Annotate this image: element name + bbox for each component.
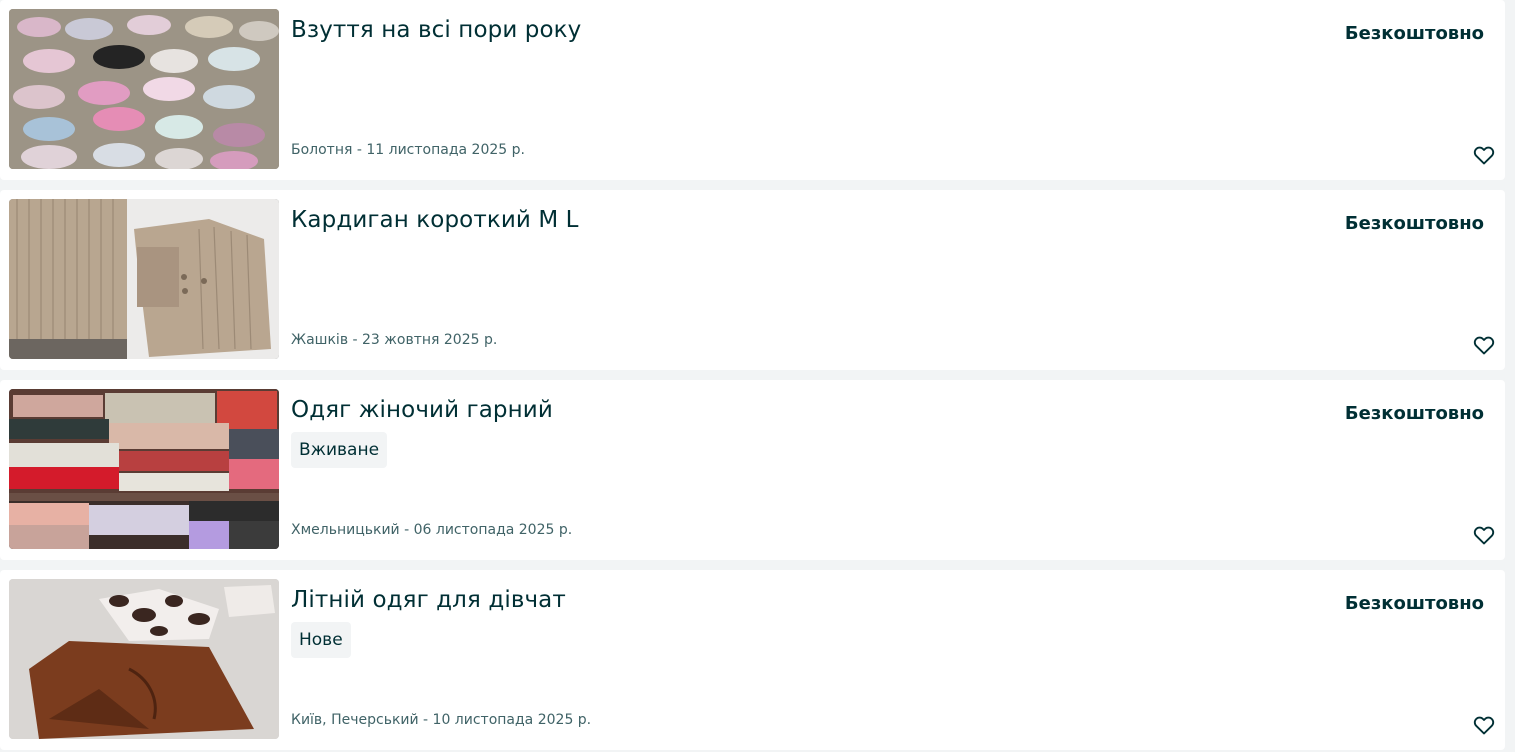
- listing-price: Безкоштовно: [1344, 23, 1484, 44]
- listing-location-date: Болотня - 11 листопада 2025 р.: [291, 142, 525, 158]
- cardigan-photo: [9, 199, 279, 359]
- listing-location-date: Київ, Печерський - 10 листопада 2025 р.: [291, 712, 592, 728]
- listing-price: Безкоштовно: [1344, 403, 1484, 424]
- favorite-button[interactable]: [1471, 712, 1497, 738]
- listing-photo[interactable]: [9, 199, 279, 359]
- listing-card[interactable]: Одяг жіночий гарний Вживане Хмельницький…: [0, 380, 1505, 560]
- listing-photo[interactable]: [9, 389, 279, 549]
- listing-card[interactable]: Літній одяг для дівчат Нове Київ, Печерс…: [0, 570, 1505, 750]
- folded-clothes-photo: [9, 389, 279, 549]
- condition-badge: Вживане: [291, 432, 388, 468]
- listing-price: Безкоштовно: [1344, 593, 1484, 614]
- listing-location-date: Жашків - 23 жовтня 2025 р.: [291, 332, 498, 348]
- listing-photo[interactable]: [9, 579, 279, 739]
- favorite-button[interactable]: [1471, 142, 1497, 168]
- listing-list: Взуття на всі пори року Болотня - 11 лис…: [0, 0, 1515, 752]
- listing-photo[interactable]: [9, 9, 279, 169]
- favorite-button[interactable]: [1471, 522, 1497, 548]
- listing-title[interactable]: Взуття на всі пори року: [291, 15, 581, 45]
- condition-badge: Нове: [291, 622, 351, 658]
- heart-outline-icon: [1473, 716, 1495, 735]
- heart-outline-icon: [1473, 146, 1495, 165]
- listing-title[interactable]: Одяг жіночий гарний: [291, 395, 553, 425]
- listing-title[interactable]: Кардиган короткий M L: [291, 205, 579, 235]
- listing-price: Безкоштовно: [1344, 213, 1484, 234]
- heart-outline-icon: [1473, 526, 1495, 545]
- listing-card[interactable]: Взуття на всі пори року Болотня - 11 лис…: [0, 0, 1505, 180]
- listing-location-date: Хмельницький - 06 листопада 2025 р.: [291, 522, 573, 538]
- kids-shoes-photo: [9, 9, 279, 169]
- favorite-button[interactable]: [1471, 332, 1497, 358]
- summer-clothes-photo: [9, 579, 279, 739]
- listing-title[interactable]: Літній одяг для дівчат: [291, 585, 566, 615]
- heart-outline-icon: [1473, 336, 1495, 355]
- listing-card[interactable]: Кардиган короткий M L Жашків - 23 жовтня…: [0, 190, 1505, 370]
